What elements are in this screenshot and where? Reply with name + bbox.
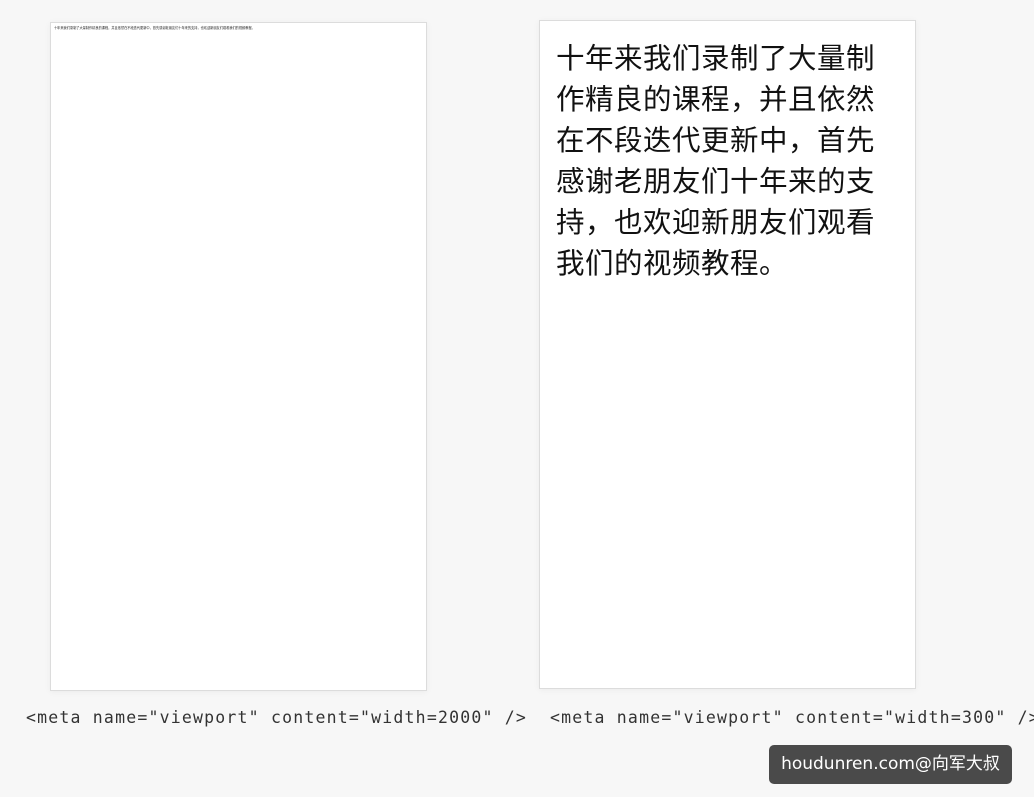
caption-viewport-2000: <meta name="viewport" content="width=200… (26, 708, 528, 727)
phone-preview-width-2000: 十年来我们录制了大量制作精良的课程，并且依然在不段迭代更新中，首先感谢老朋友们十… (50, 22, 427, 691)
caption-viewport-300: <meta name="viewport" content="width=300… (550, 708, 1034, 727)
paragraph-small: 十年来我们录制了大量制作精良的课程，并且依然在不段迭代更新中，首先感谢老朋友们十… (54, 26, 255, 30)
phone-preview-width-300: 十年来我们录制了大量制作精良的课程，并且依然在不段迭代更新中，首先感谢老朋友们十… (539, 20, 916, 689)
comparison-stage: 十年来我们录制了大量制作精良的课程，并且依然在不段迭代更新中，首先感谢老朋友们十… (0, 0, 1034, 797)
watermark-badge: houdunren.com@向军大叔 (769, 745, 1012, 784)
paragraph-large: 十年来我们录制了大量制作精良的课程，并且依然在不段迭代更新中，首先感谢老朋友们十… (556, 42, 876, 280)
